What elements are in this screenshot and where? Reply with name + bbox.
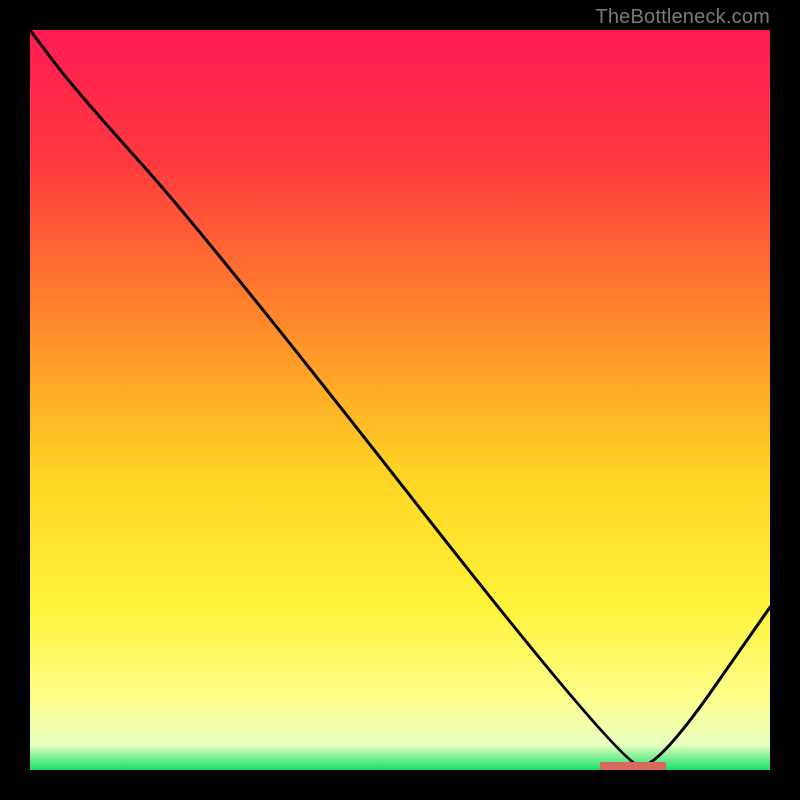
optimal-range-marker [600,762,667,770]
chart-frame [30,30,770,770]
chart-plot [30,30,770,770]
chart-background [30,30,770,770]
watermark-text: TheBottleneck.com [595,6,770,29]
